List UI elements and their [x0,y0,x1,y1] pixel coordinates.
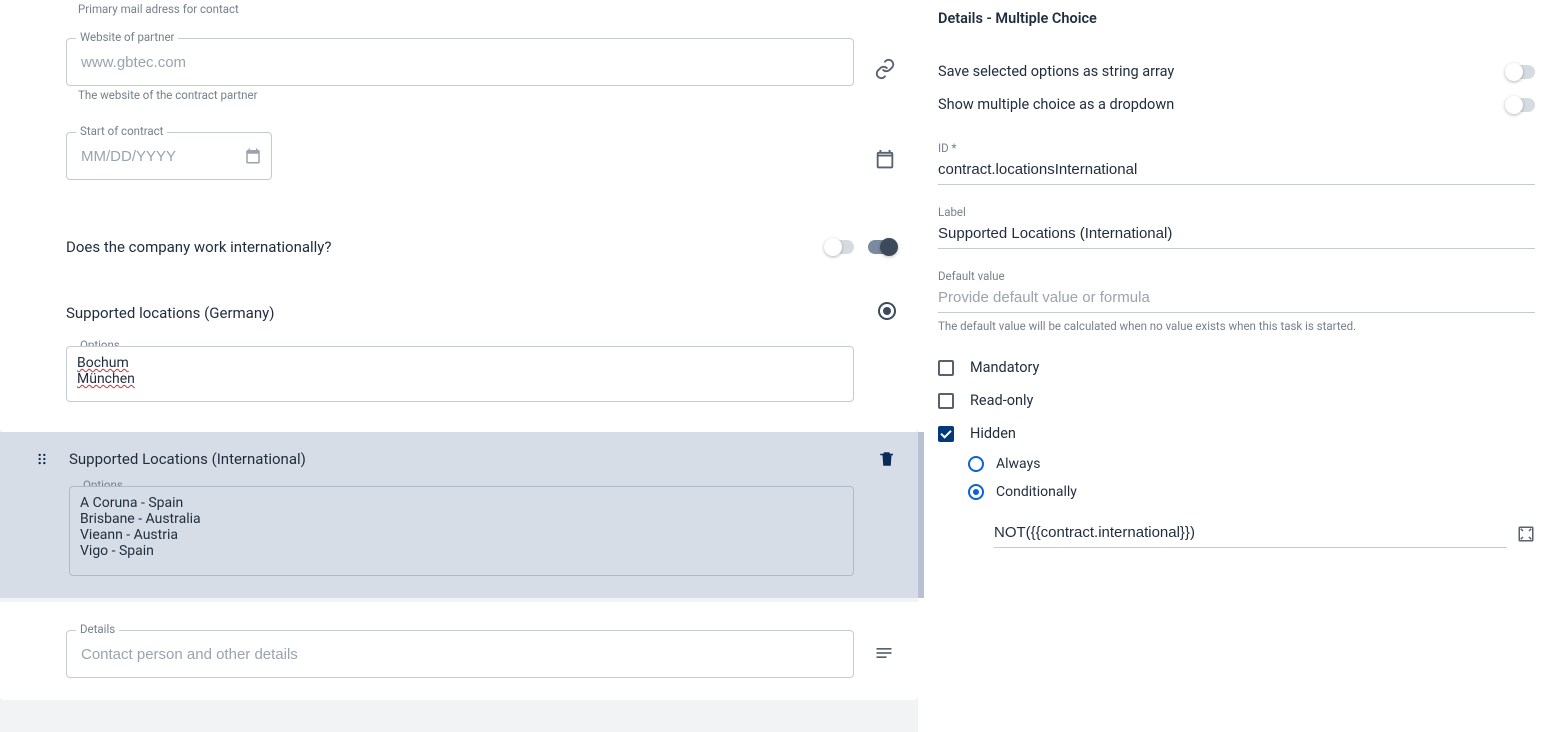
supported-intl-option-2: Vieann - Austria [80,527,843,543]
hidden-formula-input[interactable] [994,520,1507,548]
label-label: Label [938,205,1535,219]
hidden-conditionally-radio[interactable] [968,484,984,500]
link-icon [874,58,896,80]
supported-de-header: Supported locations (Germany) [0,286,918,328]
id-input[interactable] [938,157,1535,185]
website-row: Website of partner The website of the co… [0,18,918,106]
hidden-always-radio[interactable] [968,456,984,472]
readonly-row[interactable]: Read-only [938,384,1535,417]
primary-mail-helper: Primary mail adress for contact [78,2,854,16]
international-question-label: Does the company work internationally? [66,238,332,256]
international-toggle-row: Does the company work internationally? [0,208,918,286]
website-label: Website of partner [76,30,178,44]
readonly-checkbox[interactable] [938,393,954,409]
default-value-field: Default value The default value will be … [938,269,1535,333]
international-toggle-config[interactable] [868,240,896,254]
contract-start-label: Start of contract [76,124,167,138]
multichoice-type-icon [878,302,896,324]
supported-intl-title: Supported Locations (International) [69,450,306,468]
primary-mail-helper-row: Primary mail adress for contact [0,0,918,18]
international-toggle-preview[interactable] [826,240,854,254]
opt-string-array-row: Save selected options as string array [938,55,1535,88]
details-panel: Details - Multiple Choice Save selected … [918,0,1551,732]
supported-intl-options-box[interactable]: A Coruna - Spain Brisbane - Australia Vi… [69,486,854,576]
supported-de-body: Options Bochum München [0,328,918,432]
hidden-formula-row [994,520,1535,548]
supported-intl-option-3: Vigo - Spain [80,543,843,559]
contract-start-input[interactable] [66,132,272,180]
supported-de-option-1: München [77,371,135,387]
hidden-label: Hidden [970,425,1016,442]
form-card-main: Primary mail adress for contact Website … [0,0,918,432]
id-field: ID * [938,141,1535,185]
opt-dropdown-label: Show multiple choice as a dropdown [938,96,1174,113]
supported-intl-option-0: A Coruna - Spain [80,495,843,511]
form-designer-canvas: Primary mail adress for contact Website … [0,0,918,732]
mandatory-checkbox[interactable] [938,360,954,376]
label-field: Label [938,205,1535,249]
hidden-checkbox[interactable] [938,426,954,442]
hidden-conditionally-label: Conditionally [996,484,1077,500]
default-value-input[interactable] [938,285,1535,313]
mandatory-row[interactable]: Mandatory [938,351,1535,384]
expand-formula-icon[interactable] [1517,525,1535,543]
supported-intl-option-1: Brisbane - Australia [80,511,843,527]
id-label: ID * [938,141,1535,155]
supported-de-options-box[interactable]: Bochum München [66,346,854,402]
supported-de-title: Supported locations (Germany) [66,304,274,322]
calendar-inline-icon[interactable] [244,147,262,165]
opt-dropdown-toggle[interactable] [1507,98,1535,112]
selected-field-block[interactable]: Supported Locations (International) Opti… [0,432,918,598]
default-label: Default value [938,269,1535,283]
label-input[interactable] [938,221,1535,249]
mandatory-label: Mandatory [970,359,1039,376]
opt-dropdown-row: Show multiple choice as a dropdown [938,88,1535,121]
calendar-icon [874,148,896,170]
contract-start-row: Start of contract [0,106,918,208]
supported-de-option-0: Bochum [77,355,129,371]
website-input[interactable] [66,38,854,86]
opt-string-array-toggle[interactable] [1507,65,1535,79]
website-helper: The website of the contract partner [78,88,854,102]
notes-icon [874,643,894,663]
hidden-row[interactable]: Hidden [938,417,1535,450]
hidden-always-row[interactable]: Always [938,450,1535,478]
hidden-always-label: Always [996,456,1040,472]
delete-field-button[interactable] [878,450,896,468]
readonly-label: Read-only [970,392,1033,409]
opt-string-array-label: Save selected options as string array [938,63,1174,80]
drag-handle-icon[interactable] [35,452,49,466]
details-card: Details [0,602,918,700]
details-label: Details [76,622,119,636]
hidden-conditionally-row[interactable]: Conditionally [938,478,1535,506]
panel-title: Details - Multiple Choice [938,10,1535,27]
default-helper: The default value will be calculated whe… [938,319,1535,333]
details-input[interactable] [66,630,854,678]
